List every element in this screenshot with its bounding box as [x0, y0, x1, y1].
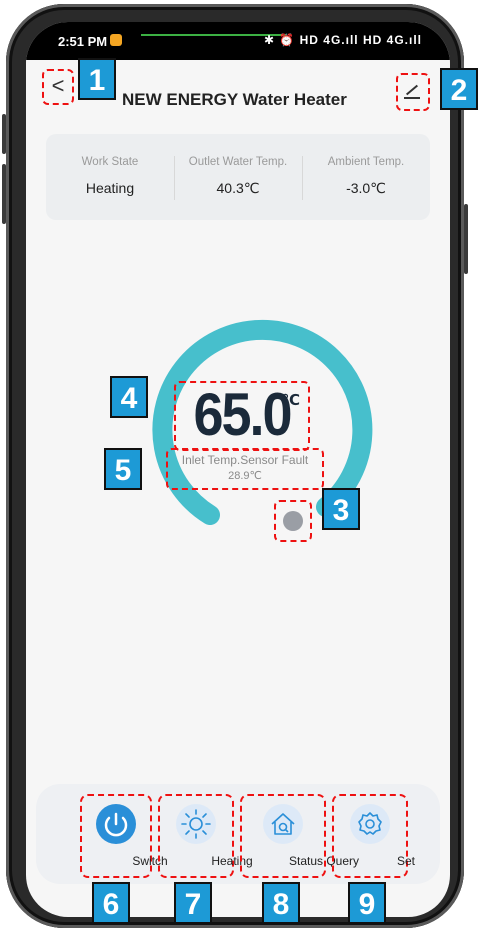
set-temperature-value: 65.0	[193, 381, 292, 449]
info-value: 40.3℃	[216, 180, 260, 196]
back-button[interactable]: <	[42, 69, 74, 105]
annotation-badge-1: 1	[78, 58, 116, 100]
house-search-icon	[263, 804, 303, 844]
app-notification-icon	[110, 34, 122, 46]
pencil-base-icon	[404, 97, 420, 99]
status-info-card: Work State Heating Outlet Water Temp. 40…	[46, 134, 430, 220]
pencil-icon	[405, 84, 419, 96]
annotation-badge-4: 4	[110, 376, 148, 418]
info-label: Ambient Temp.	[327, 156, 405, 168]
gauge-knob-handle[interactable]	[274, 500, 312, 542]
info-label: Work State	[81, 156, 139, 168]
nav-label: Set	[396, 854, 415, 868]
power-side-button	[464, 204, 468, 274]
fault-message: Inlet Temp.Sensor Fault 28.9℃	[166, 448, 324, 490]
ambient-temp-cell: Ambient Temp. -3.0℃	[302, 134, 430, 220]
heating-button[interactable]: Heating	[158, 794, 253, 878]
status-time: 2:51 PM	[58, 34, 108, 49]
annotation-badge-7: 7	[174, 882, 212, 924]
set-temperature-display: 65.0 ℃	[174, 381, 310, 451]
info-value: -3.0℃	[346, 180, 386, 196]
page-title: NEW ENERGY Water Heater	[122, 90, 347, 109]
annotation-badge-3: 3	[322, 488, 360, 530]
status-icons: ✱ ⏰ HD 4G.ıll HD 4G.ıll	[263, 33, 422, 47]
fault-text: Inlet Temp.Sensor Fault	[181, 453, 309, 467]
temperature-unit: ℃	[281, 392, 300, 409]
annotation-badge-5: 5	[104, 448, 142, 490]
info-value: Heating	[85, 180, 135, 196]
annotation-badge-6: 6	[92, 882, 130, 924]
status-query-button[interactable]: Status Query	[240, 794, 359, 878]
set-button[interactable]: Set	[332, 794, 415, 878]
sun-icon	[176, 804, 216, 844]
info-label: Outlet Water Temp.	[188, 156, 288, 168]
switch-button[interactable]: Switch	[80, 794, 168, 878]
volume-button	[2, 164, 6, 224]
annotation-badge-2: 2	[440, 68, 478, 110]
outlet-temp-cell: Outlet Water Temp. 40.3℃	[174, 134, 302, 220]
annotation-badge-8: 8	[262, 882, 300, 924]
annotation-badge-9: 9	[348, 882, 386, 924]
slider-knob[interactable]	[283, 511, 303, 531]
status-bar: 2:51 PM ✱ ⏰ HD 4G.ıll HD 4G.ıll	[26, 22, 450, 60]
volume-button	[2, 114, 6, 154]
app-screen: 2:51 PM ✱ ⏰ HD 4G.ıll HD 4G.ıll < NEW EN…	[26, 22, 450, 917]
inlet-temp-value: 28.9℃	[228, 470, 262, 482]
phone-frame: 2:51 PM ✱ ⏰ HD 4G.ıll HD 4G.ıll < NEW EN…	[2, 4, 468, 928]
power-icon	[96, 804, 136, 844]
work-state-cell: Work State Heating	[46, 134, 174, 220]
gear-icon	[350, 804, 390, 844]
edit-button[interactable]	[396, 73, 430, 111]
